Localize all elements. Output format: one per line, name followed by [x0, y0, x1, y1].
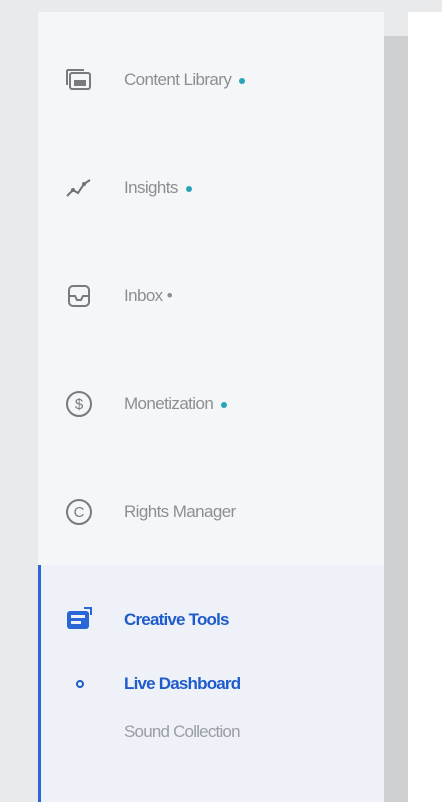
- svg-text:$: $: [75, 396, 84, 413]
- nav-item-content-library[interactable]: Content Library: [38, 50, 384, 110]
- nav-item-rights-manager[interactable]: C Rights Manager: [38, 482, 384, 542]
- rights-manager-icon: C: [62, 495, 96, 529]
- subnav-label: Live Dashboard: [124, 674, 241, 693]
- sidebar-scrollbar[interactable]: [384, 36, 408, 802]
- nav-label: Inbox •: [124, 286, 173, 305]
- content-library-icon: [62, 63, 96, 97]
- nav-label: Monetization: [124, 394, 228, 414]
- nav-item-creative-tools[interactable]: Creative Tools: [38, 590, 384, 650]
- main-content: [408, 12, 442, 802]
- monetization-icon: $: [62, 387, 96, 421]
- nav-item-insights[interactable]: Insights: [38, 158, 384, 218]
- inbox-icon: [62, 279, 96, 313]
- subnav-label: Sound Collection: [124, 722, 241, 741]
- nav-item-monetization[interactable]: $ Monetization: [38, 374, 384, 434]
- sidebar: Content Library Insights Inbox • $ Monet…: [38, 12, 384, 802]
- insights-icon: [62, 171, 96, 205]
- nav-label: Insights: [124, 178, 192, 198]
- svg-text:C: C: [74, 504, 85, 521]
- notification-dot: [221, 401, 228, 408]
- notification-dot: [239, 77, 246, 84]
- nav-label: Rights Manager: [124, 502, 236, 521]
- subnav-item-live-dashboard[interactable]: Live Dashboard: [38, 666, 384, 702]
- nav-label: Creative Tools: [124, 610, 229, 629]
- active-bullet-icon: [76, 680, 84, 688]
- subnav-item-sound-collection[interactable]: Sound Collection: [38, 714, 384, 750]
- nav-item-inbox[interactable]: Inbox •: [38, 266, 384, 326]
- creative-tools-icon: [62, 603, 96, 637]
- nav-label: Content Library: [124, 70, 246, 90]
- notification-dot: [185, 185, 192, 192]
